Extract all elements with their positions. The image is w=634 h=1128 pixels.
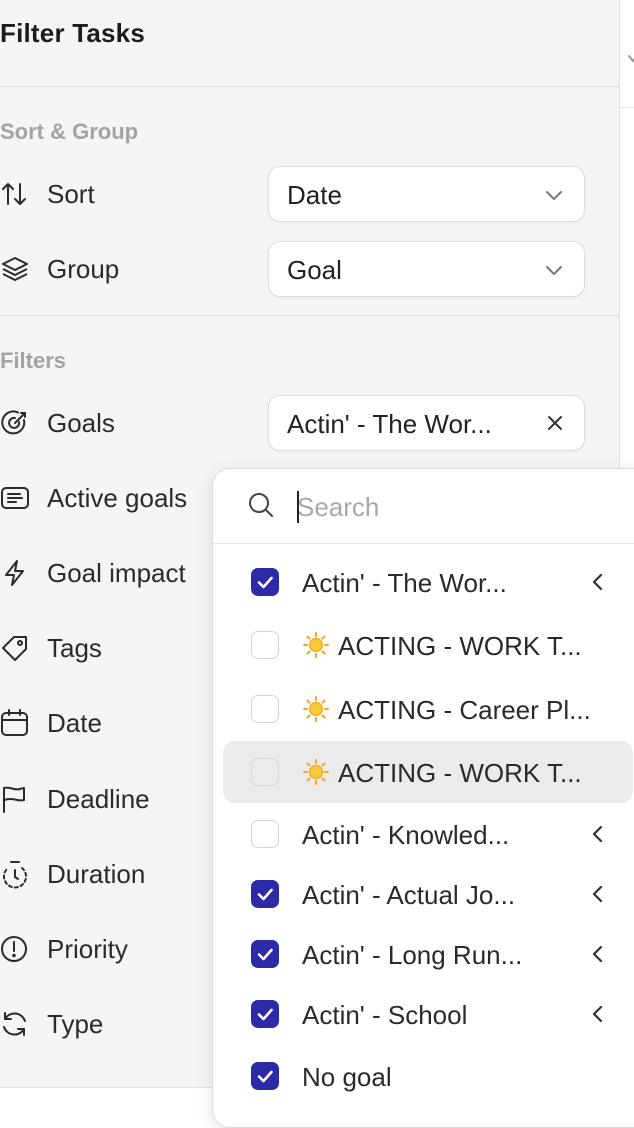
background-panel-edge [620,0,634,108]
filter-duration[interactable]: Duration [47,859,145,890]
filter-priority[interactable]: Priority [47,934,128,965]
goal-option-text: ACTING - Career Pl... [338,695,591,725]
text-cursor [297,491,299,523]
goal-option[interactable]: No goal [223,1046,633,1108]
goal-option[interactable]: ACTING - Career Pl... [223,678,633,740]
goal-option-label: Actin' - The Wor... [302,568,507,598]
goal-option-label: ACTING - WORK T... [302,758,582,789]
goals-label: Goals [47,408,115,438]
tag-icon [0,633,30,663]
goal-option-label: Actin' - Actual Jo... [302,880,516,910]
sun-icon [303,632,329,658]
checkbox-unchecked[interactable] [251,820,279,848]
chevron-down-icon [546,191,562,200]
list-icon [0,483,30,513]
group-select-value: Goal [287,255,342,285]
goal-option-label: ACTING - Career Pl... [302,695,591,726]
group-select[interactable]: Goal [268,241,585,297]
goal-option-text: ACTING - WORK T... [338,758,582,788]
goal-option[interactable]: Actin' - Knowled... [223,804,633,866]
sort-select[interactable]: Date [268,166,585,222]
divider [0,315,620,316]
goal-option[interactable]: Actin' - The Wor... [223,551,633,613]
goal-option[interactable]: Actin' - Long Run... [223,924,633,986]
goals-dropdown: Actin' - The Wor... ACTING - WORK T... A… [212,468,634,1128]
checkbox-checked[interactable] [251,880,279,908]
close-icon[interactable] [542,410,568,436]
goal-option-highlighted[interactable]: ACTING - WORK T... [223,741,633,803]
group-label: Group [47,254,120,284]
panel-title: Filter Tasks [0,18,145,48]
goal-option-label: Actin' - Long Run... [302,940,523,970]
filter-goal-impact[interactable]: Goal impact [47,558,186,589]
goal-option-label: Actin' - School [302,1000,468,1030]
checkbox-checked[interactable] [251,940,279,968]
lightning-icon [0,558,30,588]
flag-icon [0,784,30,814]
alert-circle-icon [0,934,30,964]
goal-option-label: ACTING - WORK T... [302,631,582,662]
chevron-down-icon [628,55,634,63]
checkbox-unchecked[interactable] [251,758,279,786]
filter-tags[interactable]: Tags [47,633,102,664]
goal-option-label: Actin' - Knowled... [302,820,510,850]
goal-option[interactable]: Actin' - Actual Jo... [223,864,633,926]
search-input[interactable] [297,489,597,525]
filter-date[interactable]: Date [47,708,102,739]
checkbox-checked[interactable] [251,1062,279,1090]
checkbox-checked[interactable] [251,1000,279,1028]
chevron-left-icon[interactable] [587,1003,609,1025]
filter-deadline[interactable]: Deadline [47,784,150,815]
goals-select-value: Actin' - The Wor... [287,409,492,439]
filter-type[interactable]: Type [47,1009,103,1040]
goal-option[interactable]: ACTING - WORK T... [223,614,633,676]
chevron-left-icon[interactable] [587,943,609,965]
goals-select[interactable]: Actin' - The Wor... [268,395,585,451]
sort-icon [0,179,30,209]
sun-icon [303,696,329,722]
divider [213,543,634,544]
layers-icon [0,254,30,284]
sun-icon [303,759,329,785]
target-icon [0,408,30,438]
checkbox-checked[interactable] [251,568,279,596]
chevron-left-icon[interactable] [587,823,609,845]
calendar-icon [0,708,30,738]
goal-option-label: No goal [302,1062,392,1092]
checkbox-unchecked[interactable] [251,695,279,723]
chevron-left-icon[interactable] [587,571,609,593]
goal-option[interactable]: Actin' - School [223,984,633,1046]
filter-active-goals[interactable]: Active goals [47,483,187,514]
search-icon [249,493,273,517]
sort-label: Sort [47,179,95,209]
chevron-down-icon [546,266,562,275]
refresh-icon [0,1009,30,1039]
timer-icon [0,859,30,889]
divider [0,86,620,87]
sort-select-value: Date [287,180,342,210]
checkbox-unchecked[interactable] [251,631,279,659]
filters-section-label: Filters [0,348,67,373]
chevron-left-icon[interactable] [587,883,609,905]
goal-option-text: ACTING - WORK T... [338,631,582,661]
sort-group-section-label: Sort & Group [0,119,139,144]
